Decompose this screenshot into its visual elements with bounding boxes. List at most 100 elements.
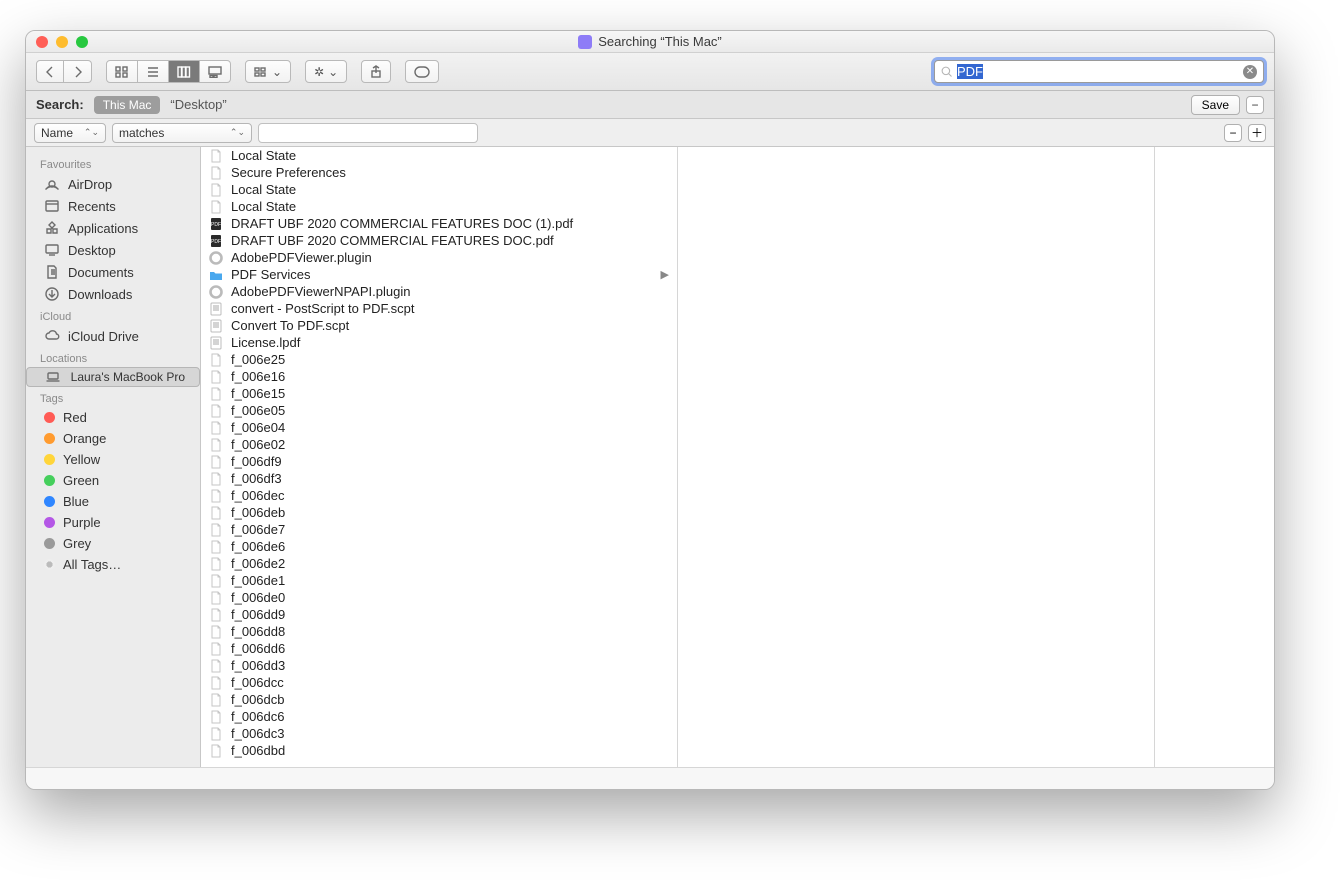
apps-icon	[44, 220, 60, 236]
result-row[interactable]: Convert To PDF.scpt	[201, 317, 677, 334]
result-row[interactable]: Local State	[201, 147, 677, 164]
sidebar-item-blue[interactable]: Blue	[26, 491, 200, 512]
result-row[interactable]: f_006e02	[201, 436, 677, 453]
sidebar-item-grey[interactable]: Grey	[26, 533, 200, 554]
result-row[interactable]: f_006deb	[201, 504, 677, 521]
criteria-operator-select[interactable]: matches⌃⌄	[112, 123, 252, 143]
view-gallery[interactable]	[200, 60, 231, 83]
criteria-attribute-select[interactable]: Name⌃⌄	[34, 123, 106, 143]
traffic-lights	[36, 36, 88, 48]
result-row[interactable]: f_006de7	[201, 521, 677, 538]
result-row[interactable]: PDFDRAFT UBF 2020 COMMERCIAL FEATURES DO…	[201, 232, 677, 249]
sidebar-item-desktop[interactable]: Desktop	[26, 239, 200, 261]
clear-search-icon[interactable]: ✕	[1243, 65, 1257, 79]
sidebar-item-all-tags[interactable]: All Tags…	[26, 554, 200, 575]
file-icon	[209, 421, 223, 435]
view-list[interactable]	[138, 60, 169, 83]
share-button[interactable]	[361, 60, 391, 83]
sidebar-item-recents[interactable]: Recents	[26, 195, 200, 217]
result-name: Local State	[231, 199, 296, 214]
sidebar-item-green[interactable]: Green	[26, 470, 200, 491]
file-icon	[209, 251, 223, 265]
action-button[interactable]: ✲⌄	[305, 60, 347, 83]
view-icons[interactable]	[106, 60, 138, 83]
result-row[interactable]: PDF Services▶	[201, 266, 677, 283]
back-button[interactable]	[36, 60, 64, 83]
result-row[interactable]: License.lpdf	[201, 334, 677, 351]
result-row[interactable]: f_006de0	[201, 589, 677, 606]
result-row[interactable]: Local State	[201, 181, 677, 198]
sidebar-item-red[interactable]: Red	[26, 407, 200, 428]
result-row[interactable]: f_006de1	[201, 572, 677, 589]
result-row[interactable]: f_006dd3	[201, 657, 677, 674]
result-row[interactable]: Local State	[201, 198, 677, 215]
sidebar-item-label: Downloads	[68, 287, 132, 302]
result-row[interactable]: f_006e04	[201, 419, 677, 436]
titlebar: Searching “This Mac”	[26, 31, 1274, 53]
result-row[interactable]: f_006dd9	[201, 606, 677, 623]
sidebar-item-airdrop[interactable]: AirDrop	[26, 173, 200, 195]
result-row[interactable]: f_006dbd	[201, 742, 677, 759]
search-input[interactable]	[957, 64, 1243, 79]
sidebar-item-laura-s-macbook-pro[interactable]: Laura's MacBook Pro	[26, 367, 200, 387]
sidebar-tags-header: Tags	[26, 387, 200, 407]
sidebar-item-label: AirDrop	[68, 177, 112, 192]
result-name: Local State	[231, 182, 296, 197]
finder-window: Searching “This Mac” ⌄	[25, 30, 1275, 790]
sidebar-item-documents[interactable]: Documents	[26, 261, 200, 283]
sidebar-item-icloud-drive[interactable]: iCloud Drive	[26, 325, 200, 347]
save-search-button[interactable]: Save	[1191, 95, 1240, 115]
result-name: f_006dbd	[231, 743, 285, 758]
result-row[interactable]: AdobePDFViewerNPAPI.plugin	[201, 283, 677, 300]
result-row[interactable]: f_006de6	[201, 538, 677, 555]
criteria-add-button[interactable]: ＋	[1248, 124, 1266, 142]
result-row[interactable]: f_006dd6	[201, 640, 677, 657]
scope-this-mac[interactable]: This Mac	[94, 96, 161, 114]
close-button[interactable]	[36, 36, 48, 48]
criteria-value-input[interactable]	[258, 123, 478, 143]
criteria-remove-button[interactable]: −	[1224, 124, 1242, 142]
forward-button[interactable]	[64, 60, 92, 83]
result-row[interactable]: f_006e25	[201, 351, 677, 368]
tags-button[interactable]	[405, 60, 439, 83]
result-row[interactable]: f_006e16	[201, 368, 677, 385]
result-row[interactable]: f_006e15	[201, 385, 677, 402]
sidebar-favourites-header: Favourites	[26, 153, 200, 173]
result-row[interactable]: f_006dcb	[201, 691, 677, 708]
svg-text:PDF: PDF	[211, 239, 221, 245]
result-row[interactable]: f_006e05	[201, 402, 677, 419]
sidebar-item-downloads[interactable]: Downloads	[26, 283, 200, 305]
sidebar-item-label: Laura's MacBook Pro	[71, 370, 185, 384]
sidebar-item-purple[interactable]: Purple	[26, 512, 200, 533]
toolbar: ⌄ ✲⌄ ✕	[26, 53, 1274, 91]
search-field[interactable]: ✕	[934, 60, 1264, 83]
scope-desktop[interactable]: “Desktop”	[170, 97, 226, 112]
minimize-button[interactable]	[56, 36, 68, 48]
result-row[interactable]: f_006dcc	[201, 674, 677, 691]
view-columns[interactable]	[169, 60, 200, 83]
sidebar-item-applications[interactable]: Applications	[26, 217, 200, 239]
result-row[interactable]: f_006df3	[201, 470, 677, 487]
result-row[interactable]: f_006dec	[201, 487, 677, 504]
zoom-button[interactable]	[76, 36, 88, 48]
sidebar-item-orange[interactable]: Orange	[26, 428, 200, 449]
result-row[interactable]: f_006dc6	[201, 708, 677, 725]
result-row[interactable]: f_006df9	[201, 453, 677, 470]
result-name: AdobePDFViewerNPAPI.plugin	[231, 284, 410, 299]
sidebar-item-yellow[interactable]: Yellow	[26, 449, 200, 470]
result-row[interactable]: AdobePDFViewer.plugin	[201, 249, 677, 266]
results-column[interactable]: Local StateSecure PreferencesLocal State…	[201, 147, 678, 767]
sidebar-icloud-header: iCloud	[26, 305, 200, 325]
file-icon	[209, 472, 223, 486]
remove-criterion-button[interactable]: −	[1246, 96, 1264, 114]
sidebar-item-label: iCloud Drive	[68, 329, 139, 344]
sidebar-item-label: Recents	[68, 199, 116, 214]
group-button[interactable]: ⌄	[245, 60, 291, 83]
result-row[interactable]: Secure Preferences	[201, 164, 677, 181]
result-row[interactable]: convert - PostScript to PDF.scpt	[201, 300, 677, 317]
result-row[interactable]: f_006de2	[201, 555, 677, 572]
result-row[interactable]: f_006dd8	[201, 623, 677, 640]
result-row[interactable]: PDFDRAFT UBF 2020 COMMERCIAL FEATURES DO…	[201, 215, 677, 232]
result-row[interactable]: f_006dc3	[201, 725, 677, 742]
result-name: f_006dcc	[231, 675, 284, 690]
